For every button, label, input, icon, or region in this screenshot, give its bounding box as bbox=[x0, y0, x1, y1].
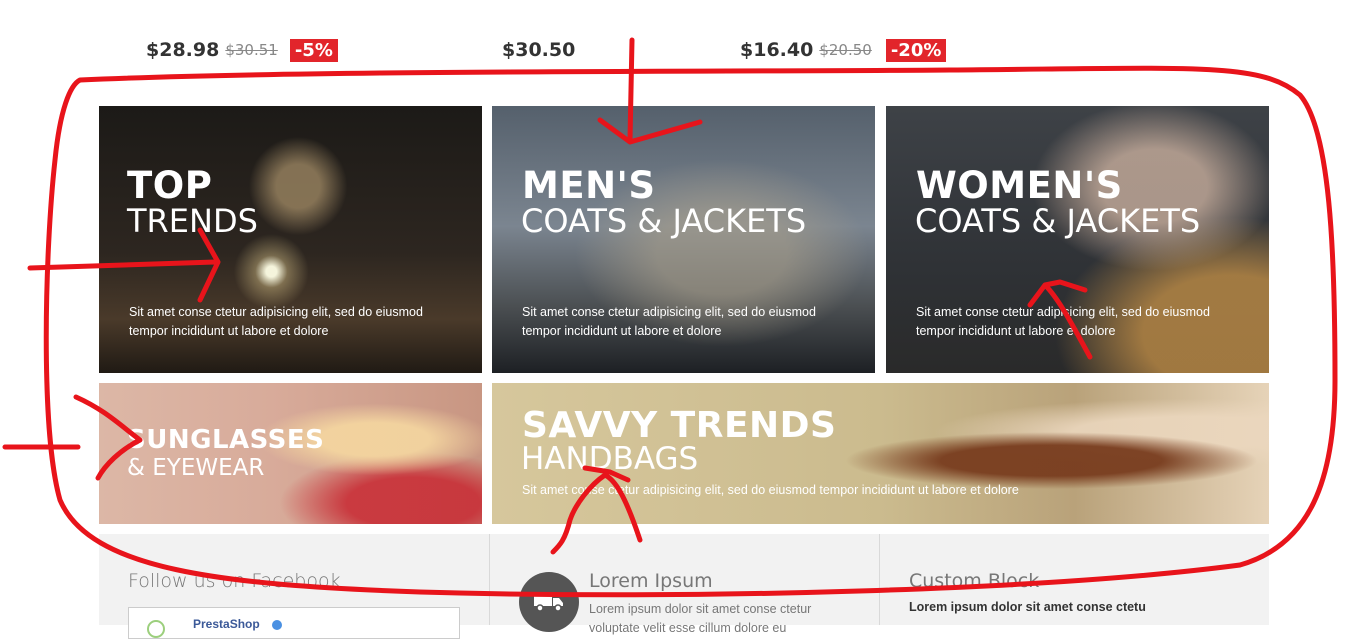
custom-block-text: Lorem ipsum dolor sit amet conse ctetu bbox=[909, 600, 1146, 614]
banner-top-trends[interactable]: TOP TRENDS Sit amet conse ctetur adipisi… bbox=[99, 106, 482, 373]
column-divider bbox=[879, 534, 880, 625]
banner-description: Sit amet conse ctetur adipisicing elit, … bbox=[129, 305, 423, 338]
banner-title: SUNGLASSES bbox=[127, 425, 325, 455]
banner-description: Sit amet conse ctetur adipisicing elit, … bbox=[522, 305, 816, 338]
verified-badge-icon bbox=[272, 620, 282, 630]
price: $28.98 bbox=[146, 39, 220, 61]
banner-title: MEN'S bbox=[522, 164, 656, 207]
facebook-page-link[interactable]: PrestaShop bbox=[193, 617, 260, 631]
banner-title: WOMEN'S bbox=[916, 164, 1123, 207]
discount-badge: -20% bbox=[885, 38, 947, 62]
banner-subtitle: COATS & JACKETS bbox=[521, 202, 807, 240]
lorem-block-title: Lorem Ipsum bbox=[589, 570, 713, 592]
price: $16.40 bbox=[740, 39, 814, 61]
banner-title: SAVVY TRENDS bbox=[522, 405, 837, 446]
old-price: $20.50 bbox=[819, 41, 872, 59]
truck-icon bbox=[534, 595, 563, 612]
product-price-2: $30.50 bbox=[502, 36, 575, 64]
banner-womens-coats[interactable]: WOMEN'S COATS & JACKETS Sit amet conse c… bbox=[886, 106, 1269, 373]
custom-block-title: Custom Block bbox=[909, 570, 1040, 592]
banner-savvy-handbags[interactable]: SAVVY TRENDS HANDBAGS Sit amet conse cte… bbox=[492, 383, 1269, 524]
banner-description: Sit amet conse ctetur adipisicing elit, … bbox=[916, 305, 1210, 338]
banner-subtitle: COATS & JACKETS bbox=[915, 202, 1201, 240]
banner-title: TOP bbox=[127, 164, 213, 207]
banner-subtitle: TRENDS bbox=[127, 202, 258, 240]
banner-subtitle: HANDBAGS bbox=[521, 441, 699, 477]
column-divider bbox=[489, 534, 490, 625]
banner-mens-coats[interactable]: MEN'S COATS & JACKETS Sit amet conse cte… bbox=[492, 106, 875, 373]
product-price-1: $28.98 $30.51 -5% bbox=[146, 36, 338, 64]
discount-badge: -5% bbox=[289, 38, 338, 62]
prestashop-logo-icon bbox=[147, 620, 165, 638]
banner-subtitle: & EYEWEAR bbox=[127, 455, 265, 481]
product-price-3: $16.40 $20.50 -20% bbox=[740, 36, 947, 64]
old-price: $30.51 bbox=[225, 41, 278, 59]
facebook-block-title: Follow us on Facebook bbox=[128, 570, 341, 592]
price: $30.50 bbox=[502, 39, 576, 61]
banner-description: Sit amet conse ctetur adipisicing elit, … bbox=[522, 483, 1019, 497]
facebook-widget[interactable]: PrestaShop bbox=[128, 607, 460, 639]
delivery-truck-icon bbox=[519, 572, 579, 632]
banner-sunglasses[interactable]: SUNGLASSES & EYEWEAR bbox=[99, 383, 482, 524]
lorem-block-text: Lorem ipsum dolor sit amet conse ctetur … bbox=[589, 602, 812, 635]
